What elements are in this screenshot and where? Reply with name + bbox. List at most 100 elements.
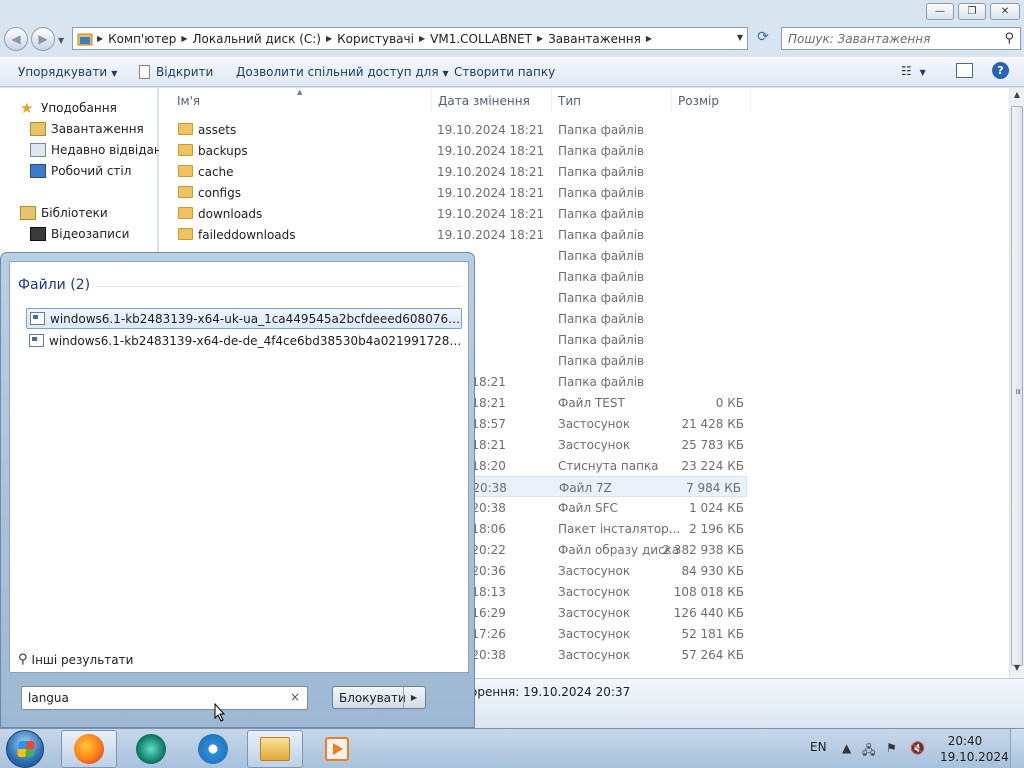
search-icon[interactable]: ⚲	[1004, 31, 1014, 46]
file-size: 1 024 КБ	[689, 501, 744, 515]
network-icon[interactable]: 🖧	[862, 741, 875, 762]
more-results-link[interactable]: ⚲ Інші результати	[18, 652, 133, 667]
clear-search-icon[interactable]: ×	[290, 690, 300, 704]
breadcrumb-users[interactable]: Користувачі	[337, 32, 414, 46]
scroll-up-icon[interactable]: ▲	[1010, 90, 1024, 99]
desktop-icon	[30, 164, 46, 178]
search-result-item[interactable]: windows6.1-kb2483139-x64-uk-ua_1ca449545…	[26, 308, 462, 329]
preview-pane-icon[interactable]	[956, 63, 973, 78]
language-indicator[interactable]: EN	[810, 740, 827, 754]
sort-ascending-icon: ▲	[297, 88, 303, 96]
address-bar[interactable]: ▶ Комп'ютер ▶ Локальний диск (C:) ▶ Кори…	[72, 27, 748, 50]
view-options-icon[interactable]: ☷ ▼	[901, 64, 926, 78]
taskbar-player[interactable]	[309, 730, 365, 768]
column-date[interactable]: Дата змінення	[438, 94, 530, 108]
scroll-thumb[interactable]: ≡	[1011, 106, 1023, 666]
file-date: 19.10.2024 18:21	[437, 123, 545, 137]
breadcrumb-local-disk[interactable]: Локальний диск (C:)	[192, 32, 321, 46]
new-folder-button[interactable]: Створити папку	[454, 65, 555, 79]
breadcrumb-separator-icon[interactable]: ▶	[326, 34, 332, 43]
file-name: assets	[198, 123, 237, 137]
maximize-button[interactable]: ❐	[958, 3, 986, 20]
taskbar-firefox[interactable]	[61, 730, 117, 768]
breadcrumb-separator-icon[interactable]: ▶	[537, 34, 543, 43]
refresh-icon[interactable]: ⟳	[752, 29, 774, 49]
action-center-flag-icon[interactable]: ⚑	[886, 741, 897, 755]
file-size: 126 440 КБ	[673, 606, 744, 620]
taskbar-internet-explorer[interactable]	[185, 730, 241, 768]
table-row[interactable]: backups 19.10.2024 18:21 Папка файлів	[169, 140, 749, 161]
file-size: 21 428 КБ	[681, 417, 744, 431]
help-icon[interactable]: ?	[992, 62, 1009, 79]
breadcrumb-user[interactable]: VM1.COLLABNET	[430, 32, 532, 46]
file-type: Застосунок	[558, 606, 631, 620]
file-type: Папка файлів	[558, 270, 645, 284]
file-size: 84 930 КБ	[681, 564, 744, 578]
share-button[interactable]: Дозволити спільний доступ для ▼	[236, 65, 449, 79]
table-row[interactable]: faileddownloads 19.10.2024 18:21 Папка фай…	[169, 224, 749, 245]
scroll-down-icon[interactable]: ▼	[1010, 663, 1024, 672]
file-type: Папка файлів	[558, 375, 645, 389]
divider	[96, 286, 460, 287]
volume-muted-icon[interactable]: 🔇	[910, 741, 925, 755]
vertical-scrollbar[interactable]: ▲ ≡ ▼	[1009, 88, 1024, 678]
file-name: faileddownloads	[198, 228, 296, 242]
taskbar-explorer[interactable]	[247, 730, 303, 768]
minimize-button[interactable]: —	[926, 3, 954, 20]
column-size[interactable]: Розмір	[678, 94, 719, 108]
breadcrumb-computer[interactable]: Комп'ютер	[108, 32, 176, 46]
chevron-down-icon: ▼	[442, 69, 449, 78]
show-hidden-icons-icon[interactable]: ▲	[842, 741, 851, 755]
nav-favorites[interactable]: ★ Уподобання	[20, 98, 178, 118]
forward-button[interactable]: ▶	[31, 27, 55, 51]
address-history-dropdown-icon[interactable]: ▼	[737, 33, 743, 42]
file-type: Файл образу диска	[558, 543, 680, 557]
document-icon	[139, 65, 150, 79]
start-search-input[interactable]: langua ×	[21, 686, 308, 710]
column-name[interactable]: Ім'я	[177, 94, 200, 108]
search-result-label: windows6.1-kb2483139-x64-de-de_4f4ce6bd3…	[49, 333, 462, 348]
recent-pages-dropdown-icon[interactable]: ▼	[58, 36, 64, 45]
title-bar[interactable]: — ❐ ✕	[0, 0, 1024, 24]
column-type[interactable]: Тип	[558, 94, 581, 108]
file-size: 23 224 КБ	[681, 459, 744, 473]
file-date: 19.10.2024 18:21	[437, 228, 545, 242]
back-button[interactable]: ◀	[4, 27, 28, 51]
file-type: Пакет інсталятор...	[558, 522, 681, 536]
search-result-label: windows6.1-kb2483139-x64-uk-ua_1ca449545…	[50, 311, 461, 326]
results-group-title: Файли (2)	[18, 277, 91, 293]
open-button[interactable]: Відкрити	[139, 65, 213, 79]
table-row[interactable]: cache 19.10.2024 18:21 Папка файлів	[169, 161, 749, 182]
clock[interactable]: 20:40 19.10.2024	[940, 733, 1009, 765]
breadcrumb-downloads[interactable]: Завантаження	[548, 32, 641, 46]
organize-button[interactable]: Упорядкувати ▼	[18, 65, 117, 79]
close-button[interactable]: ✕	[990, 3, 1020, 20]
file-size: 2 382 938 КБ	[662, 543, 744, 557]
file-type: Папка файлів	[558, 144, 645, 158]
column-headers: ▲ Ім'я Дата змінення Тип Розмір	[159, 88, 1009, 112]
breadcrumb-separator-icon[interactable]: ▶	[97, 34, 103, 43]
nav-libraries[interactable]: Бібліотеки	[20, 203, 178, 223]
start-button[interactable]	[6, 730, 44, 768]
table-row[interactable]: assets 19.10.2024 18:21 Папка файлів	[169, 119, 749, 140]
file-name: configs	[198, 186, 241, 200]
show-desktop-button[interactable]	[1010, 729, 1024, 768]
breadcrumb-separator-icon[interactable]: ▶	[646, 34, 652, 43]
taskbar-media-app[interactable]	[123, 730, 179, 768]
table-row[interactable]: downloads 19.10.2024 18:21 Папка файлів	[169, 203, 749, 224]
search-input[interactable]: Пошук: Завантаження ⚲	[781, 27, 1021, 50]
breadcrumb-separator-icon[interactable]: ▶	[181, 34, 187, 43]
update-file-icon	[30, 312, 45, 325]
file-date: 19.10.2024 18:21	[437, 144, 545, 158]
breadcrumb-separator-icon[interactable]: ▶	[419, 34, 425, 43]
search-result-item[interactable]: windows6.1-kb2483139-x64-de-de_4f4ce6bd3…	[26, 330, 462, 351]
file-type: Папка файлів	[558, 291, 645, 305]
lock-button[interactable]: Блокувати ▶	[332, 686, 426, 709]
file-size: 0 КБ	[715, 396, 744, 410]
nav-recent-label: Недавно відвідане	[51, 143, 170, 157]
file-type: Застосунок	[558, 417, 631, 431]
start-search-value: langua	[28, 691, 69, 705]
shutdown-options-arrow-icon[interactable]: ▶	[403, 687, 424, 708]
table-row[interactable]: configs 19.10.2024 18:21 Папка файлів	[169, 182, 749, 203]
file-type: Застосунок	[558, 648, 631, 662]
